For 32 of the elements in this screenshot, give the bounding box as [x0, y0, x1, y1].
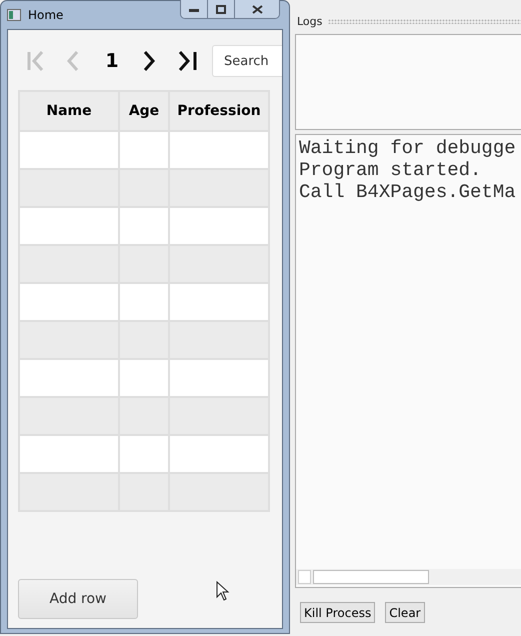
logs-title: Logs	[297, 14, 322, 28]
close-icon	[252, 4, 262, 14]
close-button[interactable]	[235, 0, 279, 18]
window-title: Home	[28, 8, 64, 22]
table-cell	[119, 359, 169, 397]
log-button[interactable]: Clear	[385, 602, 425, 623]
maximize-button[interactable]	[208, 0, 235, 18]
maximize-icon	[216, 4, 226, 14]
table-cell	[119, 435, 169, 473]
table-cell	[119, 321, 169, 359]
app-icon	[7, 9, 21, 21]
table-cell	[119, 283, 169, 321]
scrollbar-thumb[interactable]	[313, 570, 429, 584]
log-button[interactable]: Kill Process	[300, 602, 376, 623]
log-line: Program started.	[299, 159, 482, 181]
column-header[interactable]: Age	[119, 91, 169, 131]
table-cell	[119, 131, 169, 169]
column-header[interactable]: Name	[19, 91, 119, 131]
page-number: 1	[104, 50, 120, 72]
column-header[interactable]: Profession	[169, 91, 269, 131]
last-page-icon	[176, 49, 198, 73]
log-line: Call B4XPages.GetMa	[299, 181, 517, 203]
table-cell	[119, 207, 169, 245]
table-cell	[119, 245, 169, 283]
add-row-button[interactable]: Add row	[18, 579, 138, 619]
log-line: Waiting for debugge	[299, 137, 517, 159]
table-cell	[119, 169, 169, 207]
table-cell	[119, 397, 169, 435]
table-cell	[119, 473, 169, 511]
cursor-icon	[216, 581, 230, 601]
search-field[interactable]: Search	[212, 45, 282, 77]
minimize-button[interactable]	[181, 0, 208, 18]
